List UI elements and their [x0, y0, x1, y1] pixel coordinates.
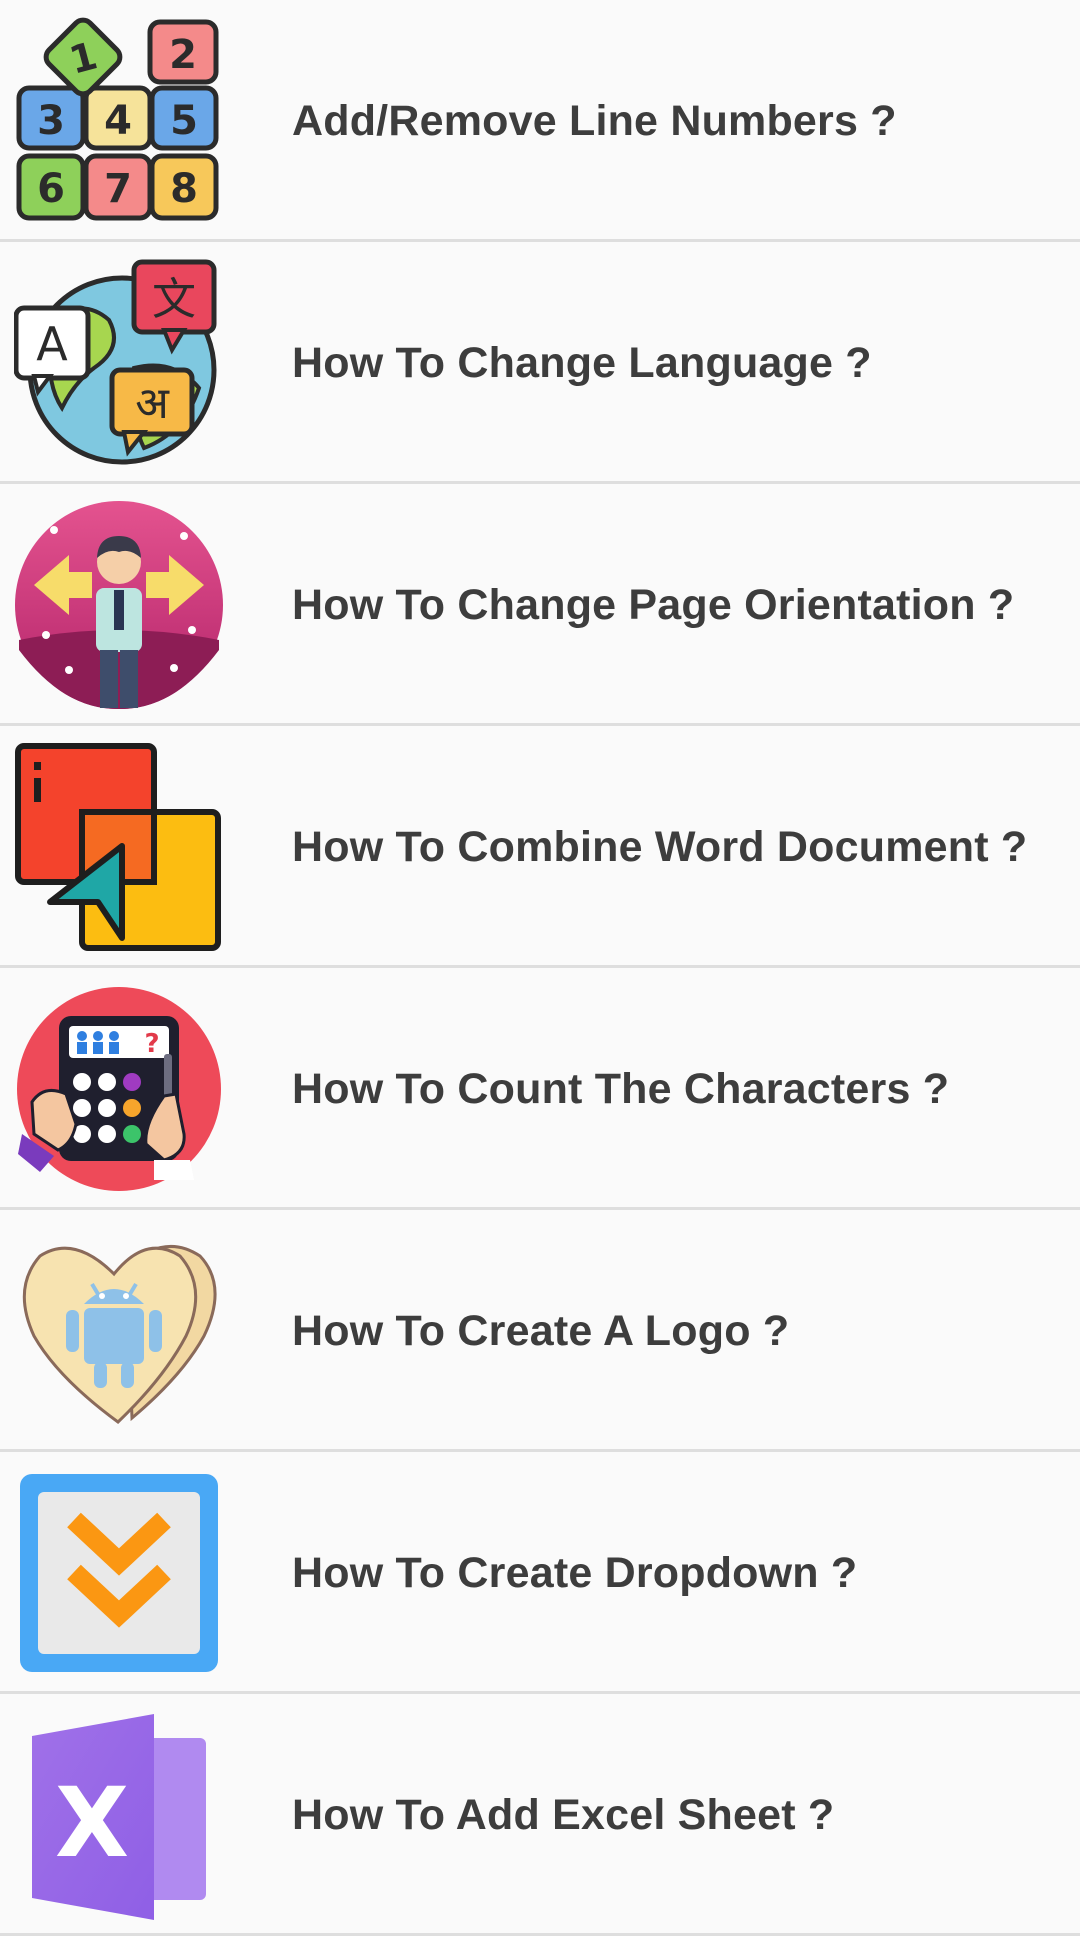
list-item-label: How To Change Language ?: [292, 339, 872, 387]
list-item-combine-word[interactable]: How To Combine Word Document ?: [0, 726, 1080, 968]
translate-letter: अ: [135, 378, 170, 429]
translate-letter: A: [36, 317, 68, 371]
heart-android-icon: [14, 1226, 224, 1436]
list-item-create-dropdown[interactable]: How To Create Dropdown ?: [0, 1452, 1080, 1694]
person-arrows-icon: [14, 500, 224, 710]
list-item-label: How To Combine Word Document ?: [292, 823, 1028, 871]
block-digit: 7: [104, 166, 132, 212]
translate-letter: 文: [152, 274, 196, 325]
excel-letter: X: [55, 1767, 129, 1879]
globe-translate-icon: A 文 अ: [14, 258, 224, 468]
list-item-label: How To Create Dropdown ?: [292, 1549, 858, 1597]
block-digit: 4: [104, 98, 132, 144]
excel-icon: X: [14, 1710, 224, 1920]
block-digit: 5: [170, 98, 198, 144]
block-digit: 3: [37, 98, 65, 144]
list-item-create-logo[interactable]: How To Create A Logo ?: [0, 1210, 1080, 1452]
help-topics-list: 2 3 4 5 6 7 8 1 Add/Remove Line Numbers …: [0, 0, 1080, 1936]
list-item-label: How To Change Page Orientation ?: [292, 581, 1015, 629]
calculator-hands-icon: ?: [14, 984, 224, 1194]
list-item-line-numbers[interactable]: 2 3 4 5 6 7 8 1 Add/Remove Line Numbers …: [0, 0, 1080, 242]
double-chevron-down-icon: [14, 1468, 224, 1678]
list-item-label: How To Add Excel Sheet ?: [292, 1791, 835, 1839]
list-item-label: How To Count The Characters ?: [292, 1065, 950, 1113]
calculator-question: ?: [144, 1029, 159, 1059]
list-item-page-orientation[interactable]: How To Change Page Orientation ?: [0, 484, 1080, 726]
list-item-label: How To Create A Logo ?: [292, 1307, 790, 1355]
block-digit: 6: [37, 166, 65, 212]
list-item-label: Add/Remove Line Numbers ?: [292, 97, 897, 145]
overlapping-squares-cursor-icon: [14, 742, 224, 952]
block-digit: 8: [170, 166, 198, 212]
number-blocks-icon: 2 3 4 5 6 7 8 1: [14, 16, 224, 226]
list-item-change-language[interactable]: A 文 अ How To Change Language ?: [0, 242, 1080, 484]
block-digit: 2: [169, 32, 197, 78]
list-item-count-characters[interactable]: ? How To Count The Characters ?: [0, 968, 1080, 1210]
list-item-add-excel[interactable]: X How To Add Excel Sheet ?: [0, 1694, 1080, 1936]
